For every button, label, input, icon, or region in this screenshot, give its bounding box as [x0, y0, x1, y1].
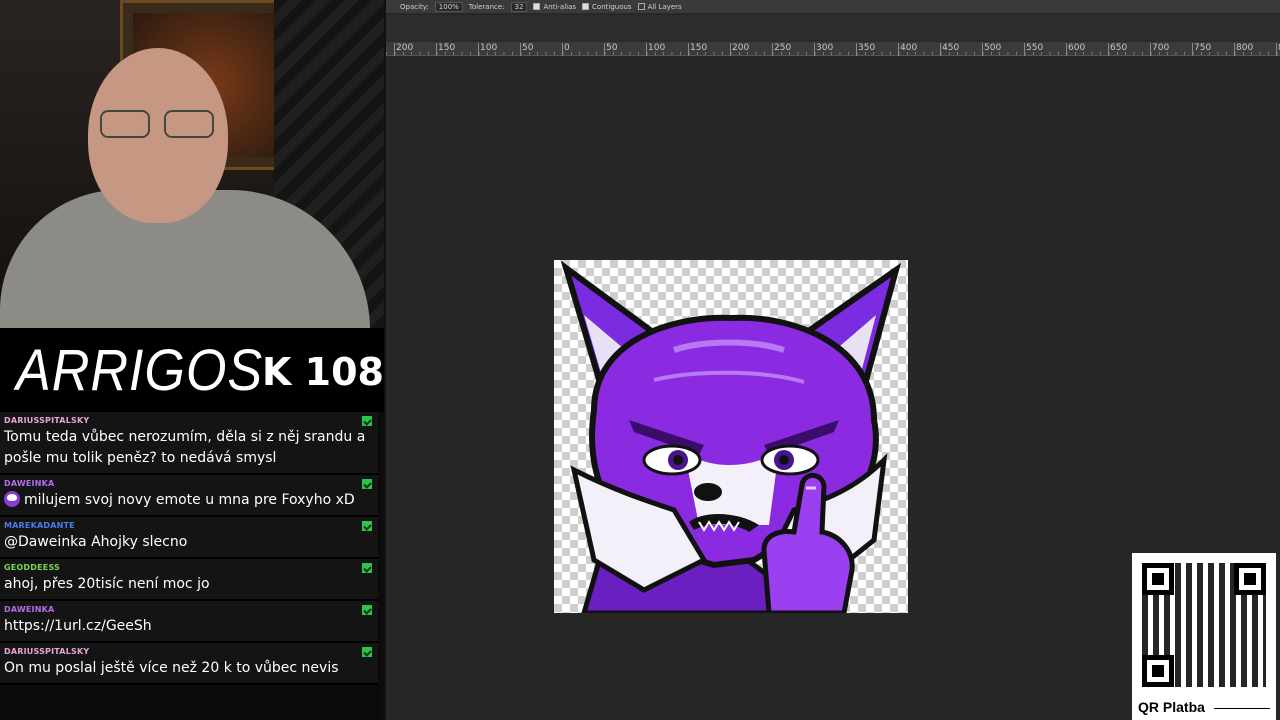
chat-message: MAREKADANTE @Daweinka Ahojky slecno — [0, 517, 378, 559]
stream-panel: ARRIGOS K 108 DARIUSSPITALSKY Tomu teda … — [0, 0, 384, 720]
brand-counter: K 108 — [262, 350, 384, 394]
tolerance-field[interactable]: 32 — [510, 1, 528, 12]
chat-message: DARIUSSPITALSKY On mu poslal ještě více … — [0, 643, 378, 685]
chat-username: GEODDEESS — [4, 563, 61, 572]
horizontal-ruler[interactable]: 200 150 100 50 0 50 100 150 200 250 300 350 400 450 50… — [386, 42, 1280, 56]
check-badge-icon — [362, 605, 372, 615]
chat-username: MAREKADANTE — [4, 521, 75, 530]
chat-message: GEODDEESS ahoj, přes 20tisíc není moc jo — [0, 559, 378, 601]
ruler-tick-label: 100 — [645, 43, 666, 56]
document-tab-strip — [386, 15, 1280, 42]
ruler-tick-label: 550 — [1023, 43, 1044, 56]
chat-username: DAWEINKA — [4, 479, 55, 488]
qr-finder-icon — [1234, 563, 1266, 595]
brand-banner: ARRIGOS K 108 — [0, 328, 384, 412]
ruler-tick-label: 800 — [1233, 43, 1254, 56]
chat-username: DARIUSSPITALSKY — [4, 416, 90, 425]
brand-logo: ARRIGOS — [16, 337, 264, 403]
ruler-tick-label: 700 — [1149, 43, 1170, 56]
chat-text: On mu poslal ještě více než 20 k to vůbe… — [4, 660, 339, 676]
ruler-tick-label: 50 — [603, 43, 618, 56]
contiguous-option[interactable]: Contiguous — [582, 2, 632, 11]
qr-divider — [1214, 708, 1270, 709]
chat-username: DAWEINKA — [4, 605, 55, 614]
chat-text: https://1url.cz/GeeSh — [4, 618, 152, 634]
ruler-tick-label: 100 — [477, 43, 498, 56]
ruler-tick-label: 200 — [729, 43, 750, 56]
chat-message: DAWEINKA milujem svoj novy emote u mna p… — [0, 475, 378, 517]
checkbox-icon[interactable] — [533, 2, 541, 10]
qr-payment-card[interactable]: QR Platba — [1132, 553, 1276, 720]
ruler-tick-label: 150 — [435, 43, 456, 56]
ruler-tick-label: 150 — [687, 43, 708, 56]
document-canvas[interactable] — [554, 260, 908, 613]
ruler-tick-label: 400 — [897, 43, 918, 56]
ruler-tick-label: 200 — [393, 43, 414, 56]
chat-text: ahoj, přes 20tisíc není moc jo — [4, 576, 210, 592]
chat-text: Tomu teda vůbec nerozumím, děla si z něj… — [4, 429, 366, 466]
ruler-tick-label: 500 — [981, 43, 1002, 56]
opacity-label: Opacity: — [400, 2, 429, 11]
ruler-tick-label: 350 — [855, 43, 876, 56]
chat-username: DARIUSSPITALSKY — [4, 647, 90, 656]
ruler-tick-label: 250 — [771, 43, 792, 56]
opacity-field[interactable]: 100% — [434, 1, 463, 12]
ruler-tick-label: 300 — [813, 43, 834, 56]
ruler-tick-label: 750 — [1191, 43, 1212, 56]
chat-overlay: DARIUSSPITALSKY Tomu teda vůbec nerozumí… — [0, 412, 380, 720]
ruler-tick-label: 650 — [1107, 43, 1128, 56]
anti-alias-option[interactable]: Anti-alias — [533, 2, 576, 11]
chat-text: milujem svoj novy emote u mna pre Foxyho… — [24, 492, 355, 508]
qr-finder-icon — [1142, 655, 1174, 687]
chat-message: DARIUSSPITALSKY Tomu teda vůbec nerozumí… — [0, 412, 378, 475]
tolerance-label: Tolerance: — [468, 2, 505, 11]
check-badge-icon — [362, 647, 372, 657]
webcam-feed — [0, 0, 384, 328]
ruler-tick-label: 50 — [519, 43, 534, 56]
glasses-icon — [100, 110, 220, 138]
check-badge-icon — [362, 563, 372, 573]
tool-options-bar: Opacity: 100% Tolerance: 32 Anti-alias C… — [386, 0, 1280, 14]
qr-label: QR Platba — [1138, 699, 1205, 715]
check-badge-icon — [362, 479, 372, 489]
all-layers-option[interactable]: All Layers — [637, 2, 682, 11]
chat-message: DAWEINKA https://1url.cz/GeeSh — [0, 601, 378, 643]
ruler-tick-label: 0 — [562, 43, 570, 56]
ruler-tick-label: 600 — [1065, 43, 1086, 56]
purple-fox-emote-icon — [4, 491, 20, 507]
fox-emote-artwork — [560, 260, 902, 613]
check-badge-icon — [362, 416, 372, 426]
check-badge-icon — [362, 521, 372, 531]
qr-finder-icon — [1142, 563, 1174, 595]
checkbox-icon[interactable] — [637, 2, 645, 10]
checkbox-icon[interactable] — [582, 2, 590, 10]
ruler-tick-label: 450 — [939, 43, 960, 56]
chat-text: @Daweinka Ahojky slecno — [4, 534, 188, 550]
